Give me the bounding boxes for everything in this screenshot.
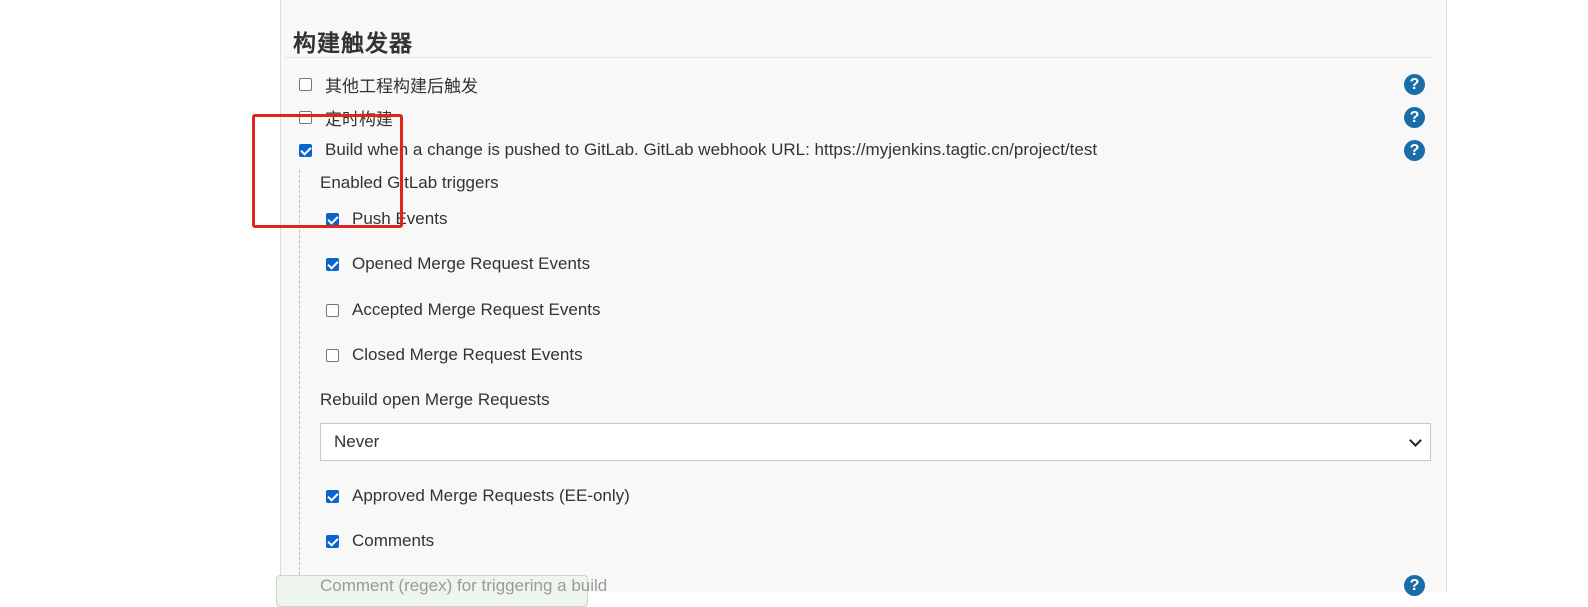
rebuild-mr-select-value: Never	[334, 432, 380, 451]
event-row-comments[interactable]: Comments	[326, 530, 434, 552]
trigger-row-gitlab-push[interactable]: Build when a change is pushed to GitLab.…	[299, 139, 1097, 161]
help-icon[interactable]: ?	[1404, 74, 1425, 95]
comment-regex-label: Comment (regex) for triggering a build	[320, 576, 608, 595]
approved-mr-checkbox[interactable]	[326, 489, 339, 503]
comments-label: Comments	[352, 531, 435, 550]
help-icon[interactable]: ?	[1404, 140, 1425, 161]
trigger-upstream-label: 其他工程构建后触发	[325, 76, 478, 96]
nested-options-guide	[299, 170, 300, 600]
opened-mr-events-checkbox[interactable]	[326, 257, 339, 271]
help-icon[interactable]: ?	[1404, 107, 1425, 128]
section-title: 构建触发器	[293, 30, 413, 56]
event-row-accepted-mr[interactable]: Accepted Merge Request Events	[326, 299, 601, 321]
trigger-upstream-checkbox[interactable]	[299, 77, 312, 91]
section-divider	[284, 57, 1432, 58]
approved-mr-label: Approved Merge Requests (EE-only)	[352, 486, 630, 505]
trigger-gitlab-label: Build when a change is pushed to GitLab.…	[325, 140, 1098, 159]
opened-mr-events-label: Opened Merge Request Events	[352, 254, 591, 273]
closed-mr-events-checkbox[interactable]	[326, 348, 339, 362]
accepted-mr-events-label: Accepted Merge Request Events	[352, 300, 601, 319]
event-row-approved-mr[interactable]: Approved Merge Requests (EE-only)	[326, 485, 630, 507]
trigger-row-upstream[interactable]: 其他工程构建后触发	[299, 73, 478, 96]
closed-mr-events-label: Closed Merge Request Events	[352, 345, 583, 364]
comments-checkbox[interactable]	[326, 534, 339, 548]
chevron-down-icon	[1409, 433, 1422, 447]
rebuild-mr-label: Rebuild open Merge Requests	[320, 390, 550, 409]
annotation-highlight-box	[252, 114, 403, 228]
event-row-opened-mr[interactable]: Opened Merge Request Events	[326, 253, 590, 275]
rebuild-mr-select[interactable]: Never	[320, 423, 1431, 461]
accepted-mr-events-checkbox[interactable]	[326, 303, 339, 317]
help-icon[interactable]: ?	[1404, 575, 1425, 596]
event-row-closed-mr[interactable]: Closed Merge Request Events	[326, 344, 583, 366]
